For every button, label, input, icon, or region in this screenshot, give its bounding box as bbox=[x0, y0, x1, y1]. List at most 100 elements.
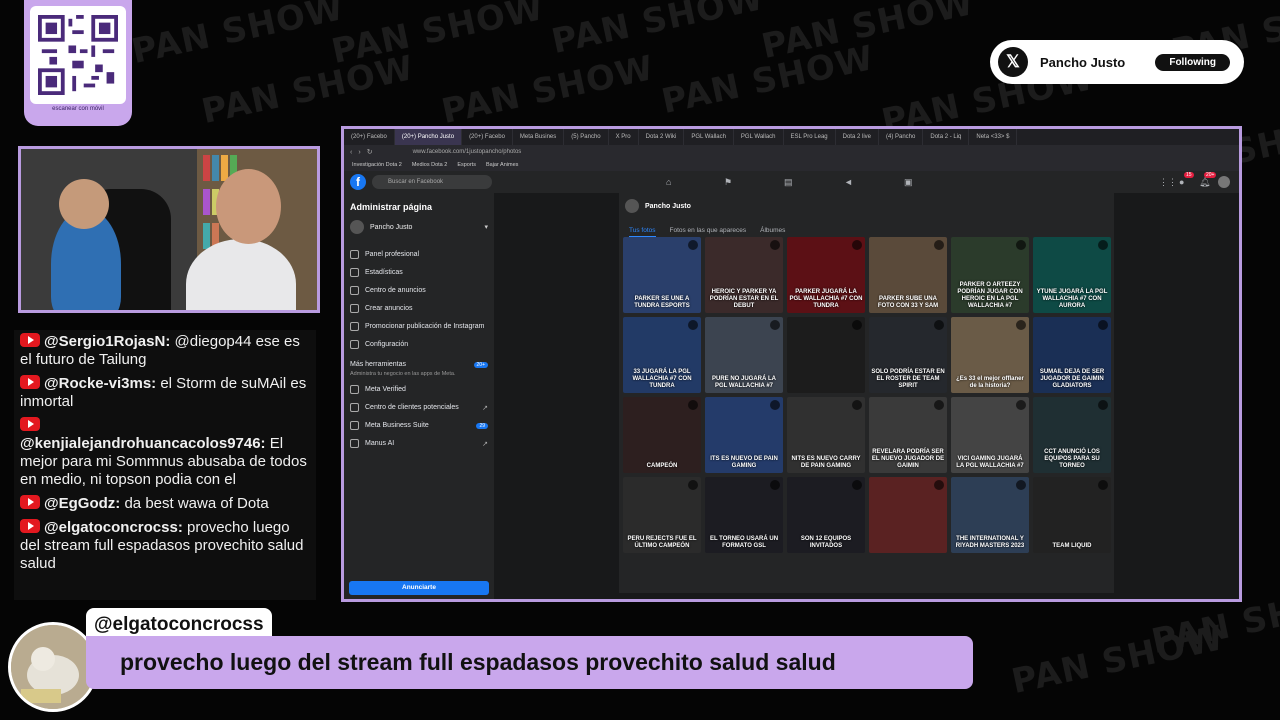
browser-tab[interactable]: Meta Busines bbox=[513, 129, 565, 145]
photo-thumbnail[interactable]: YTUNE JUGARÁ LA PGL WALLACHIA #7 CON AUR… bbox=[1033, 237, 1111, 313]
photo-thumbnail[interactable]: PARKER O ARTEEZY PODRÍAN JUGAR CON HEROI… bbox=[951, 237, 1029, 313]
more-tools-header[interactable]: Más herramientas 20+ bbox=[350, 361, 488, 368]
back-icon[interactable]: ‹ bbox=[350, 149, 352, 156]
tab-bar: (20+) Facebo (20+) Pancho Justo (20+) Face… bbox=[344, 129, 1239, 145]
edit-pencil-icon[interactable] bbox=[688, 400, 698, 410]
tool-business-suite[interactable]: Meta Business Suite 29 bbox=[350, 421, 488, 430]
edit-pencil-icon[interactable] bbox=[1098, 400, 1108, 410]
browser-tab[interactable]: PGL Wallach bbox=[734, 129, 784, 145]
facebook-logo-icon[interactable]: f bbox=[350, 174, 366, 190]
sidebar-item-panel[interactable]: Panel profesional bbox=[350, 250, 488, 259]
bookmark-item[interactable]: Esports bbox=[457, 162, 476, 168]
profile-avatar[interactable] bbox=[1218, 176, 1230, 188]
sidebar-item-ads-center[interactable]: Centro de anuncios bbox=[350, 286, 488, 295]
browser-tab[interactable]: Neta <33> $ bbox=[969, 129, 1018, 145]
edit-pencil-icon[interactable] bbox=[770, 240, 780, 250]
edit-pencil-icon[interactable] bbox=[1016, 240, 1026, 250]
browser-tab[interactable]: ESL Pro Leag bbox=[784, 129, 836, 145]
photo-thumbnail[interactable]: HEROIC Y PARKER YA PODRÍAN ESTAR EN EL D… bbox=[705, 237, 783, 313]
edit-pencil-icon[interactable] bbox=[1016, 320, 1026, 330]
browser-tab[interactable]: Dota 2 - Liq bbox=[923, 129, 970, 145]
photo-thumbnail[interactable]: PARKER JUGARÁ LA PGL WALLACHIA #7 CON TU… bbox=[787, 237, 865, 313]
tool-manus-ai[interactable]: Manus AI ↗ bbox=[350, 439, 488, 448]
photo-thumbnail[interactable]: SON 12 EQUIPOS INVITADOS bbox=[787, 477, 865, 553]
facebook-search-input[interactable]: Buscar en Facebook bbox=[372, 175, 492, 189]
tool-meta-verified[interactable]: Meta Verified bbox=[350, 385, 488, 394]
photo-thumbnail[interactable] bbox=[869, 477, 947, 553]
edit-pencil-icon[interactable] bbox=[852, 400, 862, 410]
sidebar-item-promote-instagram[interactable]: Promocionar publicación de Instagram bbox=[350, 322, 488, 331]
photo-thumbnail[interactable]: CCT ANUNCIÓ LOS EQUIPOS PARA SU TORNEO bbox=[1033, 397, 1111, 473]
edit-pencil-icon[interactable] bbox=[1016, 480, 1026, 490]
photo-thumbnail[interactable]: REVELARA PODRÍA SER EL NUEVO JUGADOR DE … bbox=[869, 397, 947, 473]
photo-thumbnail[interactable]: TEAM LIQUID bbox=[1033, 477, 1111, 553]
edit-pencil-icon[interactable] bbox=[852, 240, 862, 250]
edit-pencil-icon[interactable] bbox=[852, 320, 862, 330]
photo-thumbnail[interactable]: CAMPEÓN bbox=[623, 397, 701, 473]
edit-pencil-icon[interactable] bbox=[770, 320, 780, 330]
home-icon[interactable]: ⌂ bbox=[666, 177, 671, 187]
edit-pencil-icon[interactable] bbox=[934, 320, 944, 330]
photo-thumbnail[interactable]: PARKER SUBE UNA FOTO CON 33 Y SAM bbox=[869, 237, 947, 313]
browser-tab[interactable]: (20+) Facebo bbox=[344, 129, 395, 145]
edit-pencil-icon[interactable] bbox=[1098, 240, 1108, 250]
photo-thumbnail[interactable]: ¿Es 33 el mejor offlaner de la historia? bbox=[951, 317, 1029, 393]
sidebar-item-create-ads[interactable]: Crear anuncios bbox=[350, 304, 488, 313]
bookmark-item[interactable]: Medios Dota 2 bbox=[412, 162, 447, 168]
forward-icon[interactable]: › bbox=[358, 149, 360, 156]
photo-thumbnail[interactable]: NITS ES NUEVO CARRY DE PAIN GAMING bbox=[787, 397, 865, 473]
url-field[interactable]: www.facebook.com/1justopancho/photos bbox=[413, 149, 522, 155]
edit-pencil-icon[interactable] bbox=[1098, 480, 1108, 490]
browser-tab[interactable]: (5) Pancho bbox=[564, 129, 609, 145]
bookmark-item[interactable]: Investigación Dota 2 bbox=[352, 162, 402, 168]
watermark: PAN SHOW bbox=[128, 0, 348, 72]
flag-icon[interactable]: ⚑ bbox=[724, 177, 732, 188]
photo-thumbnail[interactable]: THE INTERNATIONAL Y RIYADH MASTERS 2023 bbox=[951, 477, 1029, 553]
photo-thumbnail[interactable]: PURE NO JUGARÁ LA PGL WALLACHIA #7 bbox=[705, 317, 783, 393]
edit-pencil-icon[interactable] bbox=[1098, 320, 1108, 330]
edit-pencil-icon[interactable] bbox=[770, 400, 780, 410]
following-button[interactable]: Following bbox=[1155, 53, 1230, 71]
facebook-main: Administrar página Pancho Justo ▾ Panel … bbox=[344, 193, 1239, 599]
photo-thumbnail[interactable]: PERU REJECTS FUE EL ÚLTIMO CAMPEÓN bbox=[623, 477, 701, 553]
reload-icon[interactable]: ↻ bbox=[367, 148, 373, 156]
browser-tab[interactable]: (20+) Pancho Justo bbox=[394, 129, 463, 145]
sidebar-item-settings[interactable]: Configuración bbox=[350, 340, 488, 349]
browser-tab[interactable]: Dota 2 Wiki bbox=[639, 129, 685, 145]
photo-thumbnail[interactable]: SOLO PODRÍA ESTAR EN EL ROSTER DE TEAM S… bbox=[869, 317, 947, 393]
photo-thumbnail[interactable]: ITS ES NUEVO DE PAIN GAMING bbox=[705, 397, 783, 473]
browser-tab[interactable]: (4) Pancho bbox=[879, 129, 924, 145]
photo-thumbnail[interactable]: EL TORNEO USARÁ UN FORMATO GSL bbox=[705, 477, 783, 553]
photo-thumbnail[interactable]: 33 JUGARÁ LA PGL WALLACHIA #7 CON TUNDRA bbox=[623, 317, 701, 393]
edit-pencil-icon[interactable] bbox=[934, 400, 944, 410]
bell-icon[interactable]: 🔔︎ bbox=[1199, 177, 1210, 188]
ads-icon[interactable]: ▤ bbox=[784, 177, 793, 188]
sidebar-page-switcher[interactable]: Pancho Justo ▾ bbox=[350, 220, 488, 234]
advertise-button[interactable]: Anunciarte bbox=[349, 581, 489, 595]
tool-leads-center[interactable]: Centro de clientes potenciales ↗ bbox=[350, 403, 488, 412]
edit-pencil-icon[interactable] bbox=[852, 480, 862, 490]
edit-pencil-icon[interactable] bbox=[1016, 400, 1026, 410]
menu-grid-icon[interactable]: ⋮⋮ bbox=[1159, 177, 1177, 188]
browser-tab[interactable]: Dota 2 live bbox=[836, 129, 879, 145]
edit-pencil-icon[interactable] bbox=[688, 240, 698, 250]
edit-pencil-icon[interactable] bbox=[934, 480, 944, 490]
messenger-icon[interactable]: ● bbox=[1179, 177, 1184, 187]
photo-thumbnail[interactable] bbox=[787, 317, 865, 393]
store-icon[interactable]: ▣ bbox=[904, 177, 913, 188]
megaphone-icon[interactable]: ◄ bbox=[844, 177, 853, 187]
browser-tab[interactable]: (20+) Facebo bbox=[462, 129, 513, 145]
browser-tab[interactable]: PGL Wallach bbox=[684, 129, 734, 145]
photo-thumbnail[interactable]: SUMAIL DEJA DE SER JUGADOR DE GAIMIN GLA… bbox=[1033, 317, 1111, 393]
photo-caption: CAMPEÓN bbox=[646, 463, 678, 469]
edit-pencil-icon[interactable] bbox=[688, 320, 698, 330]
photo-caption: HEROIC Y PARKER YA PODRÍAN ESTAR EN EL D… bbox=[709, 289, 779, 309]
photo-thumbnail[interactable]: VICI GAMING JUGARÁ LA PGL WALLACHIA #7 bbox=[951, 397, 1029, 473]
edit-pencil-icon[interactable] bbox=[934, 240, 944, 250]
edit-pencil-icon[interactable] bbox=[770, 480, 780, 490]
edit-pencil-icon[interactable] bbox=[688, 480, 698, 490]
bookmark-item[interactable]: Bajar Animes bbox=[486, 162, 518, 168]
browser-tab[interactable]: X Pro bbox=[609, 129, 639, 145]
photo-thumbnail[interactable]: PARKER SE UNE A TUNDRA ESPORTS bbox=[623, 237, 701, 313]
sidebar-item-stats[interactable]: Estadísticas bbox=[350, 268, 488, 277]
